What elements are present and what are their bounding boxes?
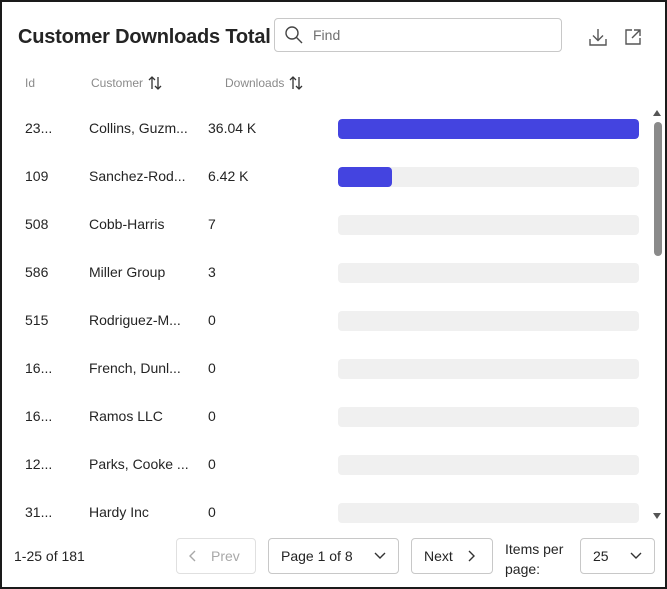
cell-customer: Miller Group	[89, 264, 166, 280]
cell-id: 586	[25, 264, 49, 280]
chevron-down-icon	[374, 552, 386, 559]
cell-downloads: 7	[208, 216, 216, 232]
cell-id: 16...	[25, 360, 53, 376]
search-icon	[285, 26, 303, 44]
downloads-bar-track	[338, 263, 639, 283]
chevron-left-icon	[189, 550, 196, 562]
cell-id: 109	[25, 168, 49, 184]
download-button[interactable]	[587, 26, 609, 48]
items-per-page-label: Items per page:	[505, 541, 564, 577]
cell-id: 12...	[25, 456, 53, 472]
cell-downloads: 0	[208, 312, 216, 328]
downloads-bar-track	[338, 311, 639, 331]
cell-id: 16...	[25, 408, 53, 424]
search-input[interactable]	[311, 26, 545, 44]
cell-downloads: 36.04 K	[208, 120, 257, 136]
cell-id: 31...	[25, 504, 53, 520]
next-page-button[interactable]: Next	[411, 538, 493, 574]
prev-label: Prev	[211, 548, 240, 564]
table-row[interactable]: 586 Miller Group 3	[0, 248, 650, 296]
sort-icon[interactable]	[148, 76, 162, 90]
cell-downloads: 3	[208, 264, 216, 280]
page-title: Customer Downloads Total	[18, 26, 271, 48]
table-row[interactable]: 23... Collins, Guzm... 36.04 K	[0, 104, 650, 152]
cell-downloads: 0	[208, 360, 216, 376]
items-per-page-select[interactable]: 25	[580, 538, 655, 574]
downloads-bar-track	[338, 503, 639, 523]
cell-downloads: 0	[208, 456, 216, 472]
table-row[interactable]: 508 Cobb-Harris 7	[0, 200, 650, 248]
search-box[interactable]	[274, 18, 562, 52]
downloads-bar-track	[338, 455, 639, 475]
cell-id: 515	[25, 312, 49, 328]
cell-id: 23...	[25, 120, 53, 136]
column-header-downloads[interactable]: Downloads	[225, 76, 303, 90]
cell-customer: Ramos LLC	[89, 408, 163, 424]
cell-customer: Hardy Inc	[89, 504, 149, 520]
scroll-up-button[interactable]	[652, 108, 662, 118]
triangle-down-icon	[653, 513, 661, 519]
prev-page-button[interactable]: Prev	[176, 538, 256, 574]
sort-icon[interactable]	[289, 76, 303, 90]
triangle-up-icon	[653, 110, 661, 116]
open-external-button[interactable]	[622, 26, 644, 48]
scrollbar-thumb[interactable]	[654, 122, 662, 256]
page-select[interactable]: Page 1 of 8	[268, 538, 399, 574]
cell-downloads: 0	[208, 504, 216, 520]
result-count: 1-25 of 181	[14, 548, 85, 564]
scroll-down-button[interactable]	[652, 511, 662, 521]
downloads-bar-track	[338, 407, 639, 427]
open-external-icon	[625, 29, 641, 45]
column-header-label: Id	[25, 76, 36, 90]
cell-customer: Collins, Guzm...	[89, 120, 188, 136]
column-header-id[interactable]: Id	[25, 76, 35, 90]
table-row[interactable]: 16... Ramos LLC 0	[0, 392, 650, 440]
downloads-bar-fill	[338, 119, 639, 139]
download-icon	[589, 29, 607, 46]
table-row[interactable]: 16... French, Dunl... 0	[0, 344, 650, 392]
downloads-bar-track	[338, 215, 639, 235]
chevron-right-icon	[468, 550, 475, 562]
items-per-page-value: 25	[593, 548, 609, 564]
page-select-value: Page 1 of 8	[281, 548, 353, 564]
cell-customer: Parks, Cooke ...	[89, 456, 189, 472]
chevron-down-icon	[630, 552, 642, 559]
cell-downloads: 0	[208, 408, 216, 424]
downloads-bar-track	[338, 167, 639, 187]
next-label: Next	[424, 548, 453, 564]
cell-downloads: 6.42 K	[208, 168, 249, 184]
downloads-bar-fill	[338, 167, 392, 187]
cell-customer: Rodriguez-M...	[89, 312, 181, 328]
column-header-label: Downloads	[225, 76, 285, 90]
table-row[interactable]: 31... Hardy Inc 0	[0, 488, 650, 524]
cell-customer: French, Dunl...	[89, 360, 181, 376]
table-row[interactable]: 515 Rodriguez-M... 0	[0, 296, 650, 344]
data-table-body: 23... Collins, Guzm... 36.04 K 109 Sanchez-R…	[0, 104, 650, 524]
table-row[interactable]: 109 Sanchez-Rod... 6.42 K	[0, 152, 650, 200]
downloads-bar-track	[338, 359, 639, 379]
cell-id: 508	[25, 216, 49, 232]
table-row[interactable]: 12... Parks, Cooke ... 0	[0, 440, 650, 488]
cell-customer: Sanchez-Rod...	[89, 168, 186, 184]
column-header-customer[interactable]: Customer	[91, 76, 162, 90]
column-header-label: Customer	[91, 76, 144, 90]
cell-customer: Cobb-Harris	[89, 216, 165, 232]
downloads-bar-track	[338, 119, 639, 139]
